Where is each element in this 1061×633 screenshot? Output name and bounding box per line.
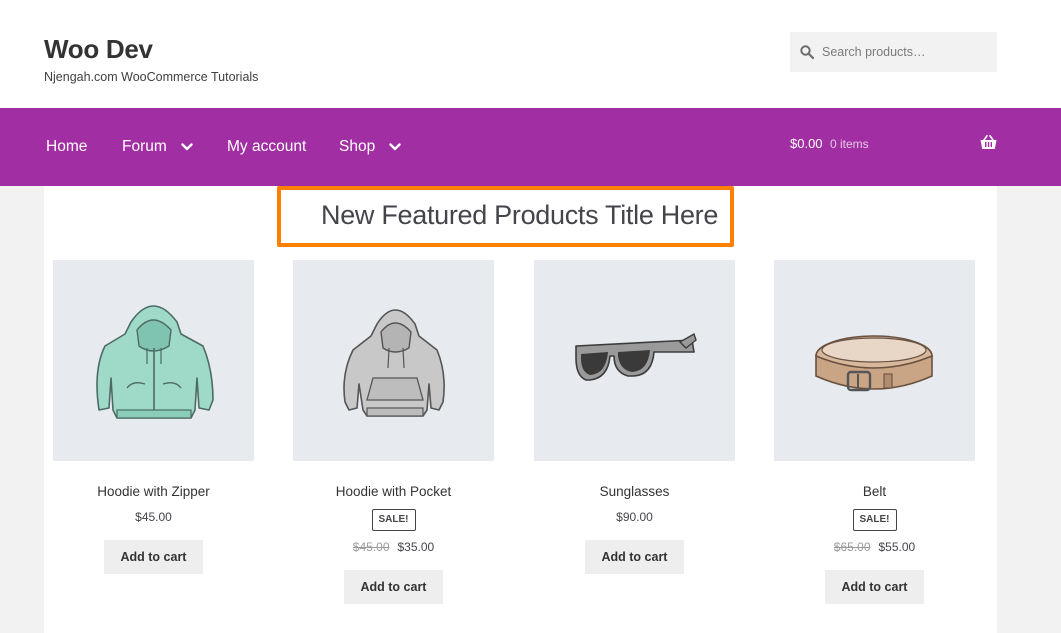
product-price: $45.00 $35.00	[293, 540, 494, 554]
current-price: $45.00	[135, 510, 172, 524]
search-input[interactable]	[822, 32, 992, 72]
main-content: New Featured Products Title Here Hoodie …	[44, 186, 997, 633]
header-cart[interactable]: $0.00 0 items	[790, 135, 997, 158]
nav-item-forum[interactable]: Forum	[122, 138, 193, 156]
site-tagline: Njengah.com WooCommerce Tutorials	[44, 70, 259, 84]
site-title[interactable]: Woo Dev	[44, 34, 153, 65]
add-to-cart-button[interactable]: Add to cart	[343, 570, 444, 604]
nav-item-label: My account	[227, 138, 307, 155]
sunglasses-image-art	[575, 332, 697, 381]
chevron-down-icon[interactable]	[389, 143, 401, 151]
nav-item-home[interactable]: Home	[46, 138, 87, 156]
product-card: Hoodie with Pocket SALE! $45.00 $35.00 Ad…	[293, 260, 494, 604]
hoodie-pocket-image[interactable]	[293, 260, 494, 461]
nav-item-label: Forum	[122, 138, 167, 155]
search-icon	[800, 45, 814, 59]
hoodie-zipper-image-art	[96, 305, 214, 419]
hoodie-pocket-image-art	[343, 309, 445, 417]
old-price: $45.00	[352, 540, 390, 554]
product-name[interactable]: Belt	[774, 483, 975, 501]
product-price: $90.00	[534, 510, 735, 524]
product-card: Hoodie with Zipper $45.00 Add to cart	[53, 260, 254, 574]
belt-image-art	[815, 335, 933, 392]
hoodie-zipper-image[interactable]	[53, 260, 254, 461]
site-header: Woo Dev Njengah.com WooCommerce Tutorial…	[0, 0, 1061, 108]
product-price: $45.00	[53, 510, 254, 524]
product-name[interactable]: Hoodie with Zipper	[53, 483, 254, 501]
primary-navigation: Home Forum My account Shop $0.00 0 items	[0, 108, 1061, 186]
product-name[interactable]: Hoodie with Pocket	[293, 483, 494, 501]
sunglasses-image[interactable]	[534, 260, 735, 461]
current-price: $55.00	[878, 540, 916, 554]
nav-item-label: Shop	[339, 138, 376, 155]
search-box[interactable]	[790, 32, 997, 72]
add-to-cart-button[interactable]: Add to cart	[824, 570, 925, 604]
nav-item-shop[interactable]: Shop	[339, 138, 401, 156]
basket-icon[interactable]	[980, 135, 997, 150]
add-to-cart-button[interactable]: Add to cart	[103, 540, 204, 574]
current-price: $35.00	[397, 540, 435, 554]
cart-item-count[interactable]: 0 items	[830, 137, 869, 151]
sale-badge: SALE!	[371, 509, 416, 531]
product-card: Belt SALE! $65.00 $55.00 Add to cart	[774, 260, 975, 604]
product-card: Sunglasses $90.00 Add to cart	[534, 260, 735, 574]
nav-item-label: Home	[46, 138, 88, 155]
cart-amount[interactable]: $0.00	[790, 136, 823, 151]
chevron-down-icon[interactable]	[181, 143, 193, 151]
product-name[interactable]: Sunglasses	[534, 483, 735, 501]
add-to-cart-button[interactable]: Add to cart	[584, 540, 685, 574]
featured-products-title: New Featured Products Title Here	[321, 200, 719, 230]
sale-badge: SALE!	[852, 509, 897, 531]
featured-title-highlight: New Featured Products Title Here	[277, 186, 734, 247]
current-price: $90.00	[616, 510, 653, 524]
nav-item-my-account[interactable]: My account	[227, 138, 306, 156]
belt-image[interactable]	[774, 260, 975, 461]
product-price: $65.00 $55.00	[774, 540, 975, 554]
old-price: $65.00	[833, 540, 871, 554]
